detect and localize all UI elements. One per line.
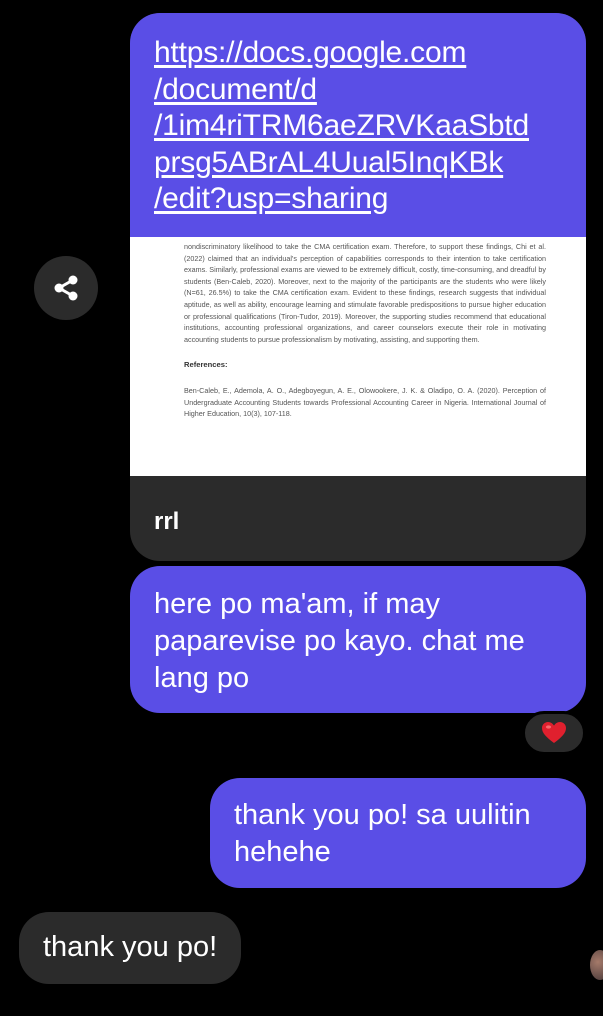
message-text: thank you po! sa uulitin hehehe xyxy=(234,799,531,868)
link-title: rrl xyxy=(154,508,180,535)
heart-icon xyxy=(542,722,566,743)
url-line[interactable]: https://docs.google.com xyxy=(154,35,562,72)
sent-message-bubble[interactable]: here po ma'am, if may paparevise po kayo… xyxy=(130,566,586,713)
document-preview-image[interactable]: nondiscriminatory likelihood to take the… xyxy=(130,237,586,476)
share-icon xyxy=(54,275,78,301)
link-preview-message[interactable]: https://docs.google.com /document/d /1im… xyxy=(130,13,586,561)
preview-reference: Ben-Caleb, E., Ademola, A. O., Adegboyeg… xyxy=(184,385,546,419)
share-button[interactable] xyxy=(34,256,98,320)
reaction-badge[interactable] xyxy=(522,711,586,755)
link-url-section[interactable]: https://docs.google.com /document/d /1im… xyxy=(130,13,586,237)
message-text: thank you po! xyxy=(43,931,218,963)
url-line[interactable]: /document/d xyxy=(154,72,562,109)
link-title-bar[interactable]: rrl xyxy=(130,476,586,561)
url-line[interactable]: /edit?usp=sharing xyxy=(154,181,562,218)
preview-heading: References: xyxy=(184,360,228,370)
url-line[interactable]: /1im4riTRM6aeZRVKaaSbtd xyxy=(154,108,562,145)
message-text: here po ma'am, if may paparevise po kayo… xyxy=(154,588,525,694)
link-url[interactable]: https://docs.google.com /document/d /1im… xyxy=(154,35,562,218)
received-message-bubble[interactable]: thank you po! xyxy=(19,912,242,984)
sent-message-bubble[interactable]: thank you po! sa uulitin hehehe xyxy=(210,778,586,888)
preview-paragraph: nondiscriminatory likelihood to take the… xyxy=(184,242,546,344)
url-line[interactable]: prsg5ABrAL4Uual5InqKBk xyxy=(154,145,562,182)
avatar[interactable] xyxy=(590,950,603,980)
